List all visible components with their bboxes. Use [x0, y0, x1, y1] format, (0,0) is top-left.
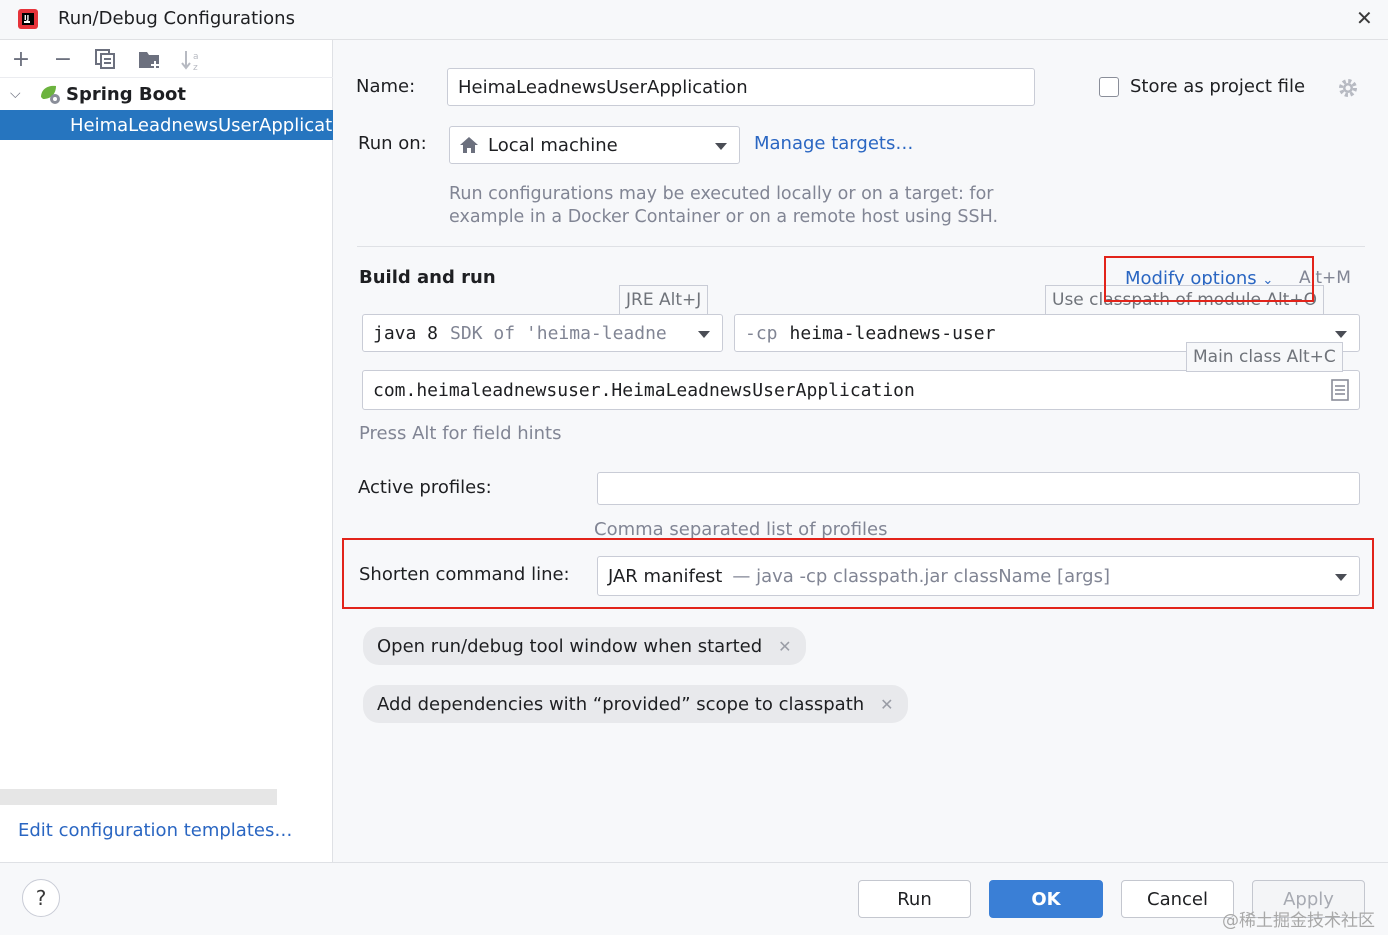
store-as-project-file-label: Store as project file: [1130, 76, 1306, 97]
shorten-secondary-value: — java -cp classpath.jar className [args…: [732, 565, 1111, 587]
option-chip-label: Open run/debug tool window when started: [377, 635, 763, 657]
active-profiles-hint: Comma separated list of profiles: [594, 519, 888, 540]
edit-configuration-templates-link[interactable]: Edit configuration templates…: [18, 820, 292, 841]
browse-file-icon[interactable]: [1331, 379, 1349, 401]
window-title: Run/Debug Configurations: [58, 8, 295, 29]
help-button[interactable]: ?: [22, 879, 60, 917]
spring-boot-icon: [41, 85, 60, 104]
name-label: Name:: [356, 76, 416, 97]
manage-targets-link[interactable]: Manage targets…: [754, 133, 913, 154]
chevron-down-icon: [698, 331, 710, 338]
field-hints-text: Press Alt for field hints: [359, 423, 562, 444]
run-on-hint-line2: example in a Docker Container or on a re…: [449, 207, 999, 227]
active-profiles-label: Active profiles:: [358, 477, 492, 498]
cp-prefix: -cp: [745, 322, 778, 344]
new-folder-icon[interactable]: [138, 49, 162, 71]
chevron-down-icon: [1335, 574, 1347, 581]
chevron-down-icon[interactable]: ⌵: [10, 86, 26, 102]
ok-button[interactable]: OK: [989, 880, 1103, 918]
main-class-shortcut-tooltip: Main class Alt+C: [1186, 342, 1343, 372]
add-configuration-icon[interactable]: +: [8, 46, 34, 72]
gear-icon[interactable]: [1337, 77, 1359, 99]
run-button[interactable]: Run: [858, 880, 971, 918]
option-chip-label: Add dependencies with “provided” scope t…: [377, 693, 865, 715]
store-as-project-file-checkbox[interactable]: [1099, 77, 1119, 97]
tree-item-label: HeimaLeadnewsUserApplication: [70, 114, 333, 136]
section-separator: [357, 246, 1365, 247]
home-icon: [460, 137, 478, 153]
jre-shortcut-tooltip: JRE Alt+J: [619, 285, 709, 315]
chevron-down-icon: [715, 143, 727, 150]
jre-main-value: java 8: [373, 322, 439, 344]
modify-options-highlight: [1104, 256, 1314, 302]
jre-secondary-value: SDK of 'heima-leadne: [450, 322, 667, 344]
run-on-hint-line1: Run configurations may be executed local…: [449, 184, 994, 204]
tree-item-heima-application[interactable]: HeimaLeadnewsUserApplication: [0, 110, 333, 140]
cp-module-value: heima-leadnews-user: [789, 322, 996, 344]
shorten-main-value: JAR manifest: [608, 565, 723, 587]
option-chip-open-tool-window[interactable]: Open run/debug tool window when started …: [363, 627, 806, 665]
chevron-down-icon: [1335, 331, 1347, 338]
toolbar-divider: [0, 77, 333, 78]
svg-text:z: z: [193, 63, 198, 72]
remove-option-icon[interactable]: ✕: [778, 637, 791, 656]
remove-configuration-icon[interactable]: −: [50, 46, 76, 72]
configuration-sidebar: [0, 40, 333, 862]
shorten-command-line-dropdown[interactable]: JAR manifest — java -cp classpath.jar cl…: [597, 556, 1360, 596]
watermark: @稀土掘金技术社区: [1222, 911, 1375, 931]
main-class-value: com.heimaleadnewsuser.HeimaLeadnewsUserA…: [373, 379, 915, 401]
tree-group-label: Spring Boot: [66, 83, 186, 105]
copy-configuration-icon[interactable]: [95, 49, 117, 69]
run-on-label: Run on:: [358, 133, 427, 154]
tree-group-spring-boot[interactable]: ⌵ Spring Boot: [0, 79, 333, 109]
shorten-command-line-label: Shorten command line:: [359, 564, 570, 585]
option-chip-provided-scope[interactable]: Add dependencies with “provided” scope t…: [363, 685, 908, 723]
run-on-value: Local machine: [488, 134, 618, 156]
name-input[interactable]: HeimaLeadnewsUserApplication: [447, 68, 1035, 106]
run-on-dropdown[interactable]: Local machine: [449, 126, 740, 164]
active-profiles-input[interactable]: [597, 472, 1360, 505]
svg-text:a: a: [193, 52, 199, 62]
cancel-button[interactable]: Cancel: [1121, 880, 1234, 918]
sidebar-horizontal-scrollbar[interactable]: [0, 789, 277, 805]
build-and-run-heading: Build and run: [359, 267, 496, 288]
intellij-app-icon: IJ: [18, 9, 38, 29]
main-class-input[interactable]: com.heimaleadnewsuser.HeimaLeadnewsUserA…: [362, 370, 1360, 410]
remove-option-icon[interactable]: ✕: [880, 695, 893, 714]
jre-dropdown[interactable]: java 8 SDK of 'heima-leadne: [362, 314, 723, 352]
sort-configurations-icon[interactable]: a z: [180, 48, 204, 72]
svg-text:IJ: IJ: [24, 14, 29, 22]
close-icon[interactable]: ✕: [1356, 6, 1373, 30]
